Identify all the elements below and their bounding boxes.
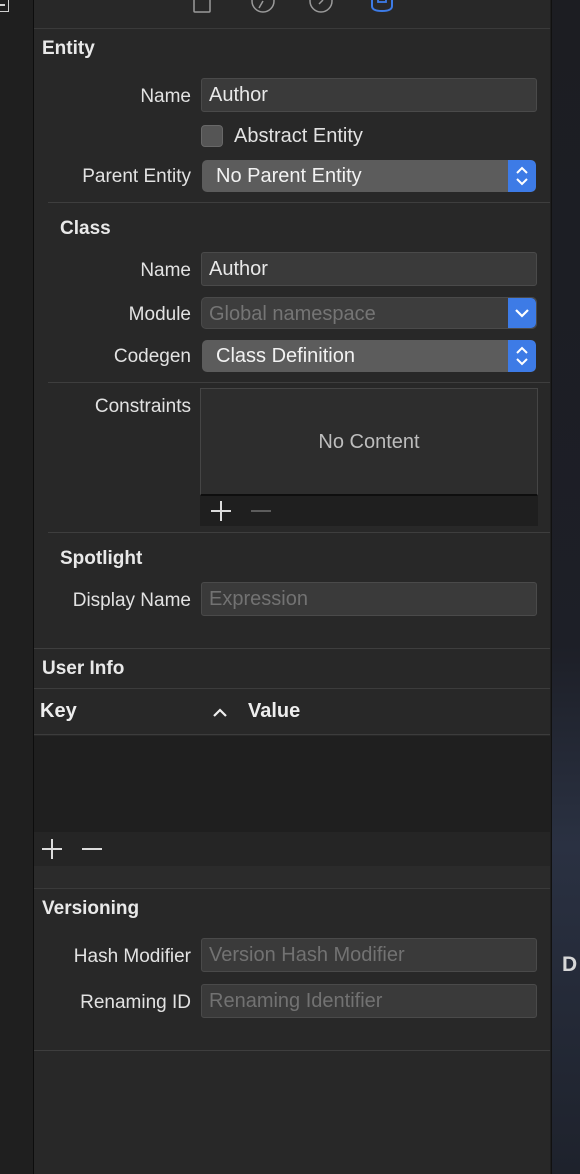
- desktop-background-strip: D: [551, 0, 580, 1174]
- remove-constraint-button[interactable]: [248, 498, 274, 524]
- spotlight-section-title: Spotlight: [60, 548, 143, 569]
- codegen-label: Codegen: [113, 346, 191, 367]
- renaming-id-label: Renaming ID: [80, 992, 191, 1013]
- popup-stepper-icon: [508, 160, 536, 192]
- display-name-field[interactable]: Expression: [201, 582, 537, 616]
- left-editor-strip: [0, 0, 34, 1174]
- class-divider: [48, 382, 550, 383]
- editor-corner-icon: [0, 0, 9, 12]
- spotlight-divider: [34, 648, 550, 649]
- abstract-entity-label[interactable]: Abstract Entity: [234, 125, 363, 148]
- class-name-label: Name: [140, 260, 191, 281]
- renaming-id-field[interactable]: Renaming Identifier: [201, 984, 537, 1018]
- module-label: Module: [128, 304, 191, 325]
- class-name-field[interactable]: Author: [201, 252, 537, 286]
- entity-name-field[interactable]: Author: [201, 78, 537, 112]
- remove-user-info-button[interactable]: [79, 836, 105, 862]
- sort-ascending-icon[interactable]: [210, 703, 230, 721]
- module-placeholder: Global namespace: [209, 303, 376, 325]
- constraints-button-bar: [200, 496, 538, 526]
- entity-divider: [48, 202, 550, 203]
- abstract-entity-checkbox[interactable]: [201, 125, 223, 147]
- history-inspector-icon[interactable]: [250, 0, 276, 14]
- codegen-popup[interactable]: Class Definition: [202, 340, 536, 372]
- add-user-info-button[interactable]: [39, 836, 65, 862]
- user-info-table-body[interactable]: [34, 736, 550, 832]
- module-popup[interactable]: Global namespace: [201, 297, 537, 329]
- popup-stepper-icon: [508, 340, 536, 372]
- inspector-toolbar: [34, 0, 550, 29]
- codegen-value: Class Definition: [216, 345, 355, 367]
- user-info-button-bar: [34, 832, 550, 867]
- parent-entity-popup[interactable]: No Parent Entity: [202, 160, 536, 192]
- entity-name-label: Name: [140, 86, 191, 107]
- constraints-empty-text: No Content: [318, 431, 420, 453]
- parent-entity-label: Parent Entity: [82, 166, 191, 187]
- constraints-list[interactable]: No Content: [200, 388, 538, 496]
- user-info-footer: [34, 866, 550, 889]
- parent-entity-value: No Parent Entity: [216, 165, 362, 187]
- add-constraint-button[interactable]: [208, 498, 234, 524]
- user-info-table-header: Key Value: [34, 688, 550, 735]
- entity-section-title: Entity: [42, 38, 95, 59]
- data-model-inspector-icon[interactable]: [370, 0, 394, 14]
- hash-modifier-label: Hash Modifier: [73, 946, 191, 967]
- versioning-divider: [34, 1050, 550, 1051]
- value-column-header[interactable]: Value: [248, 700, 300, 723]
- class-section-title: Class: [60, 218, 111, 239]
- display-name-label: Display Name: [72, 590, 191, 611]
- data-model-inspector: Entity Name Author Abstract Entity Paren…: [34, 0, 550, 1174]
- hash-modifier-field[interactable]: Version Hash Modifier: [201, 938, 537, 972]
- user-info-section-title: User Info: [42, 658, 125, 679]
- help-inspector-icon[interactable]: [308, 0, 334, 14]
- file-inspector-icon[interactable]: [192, 0, 212, 14]
- key-column-header[interactable]: Key: [40, 700, 77, 723]
- versioning-section-title: Versioning: [42, 898, 140, 919]
- constraints-label: Constraints: [94, 396, 191, 417]
- constraints-divider: [48, 532, 550, 533]
- chevron-down-icon: [508, 298, 536, 328]
- desktop-partial-text: D: [562, 953, 578, 976]
